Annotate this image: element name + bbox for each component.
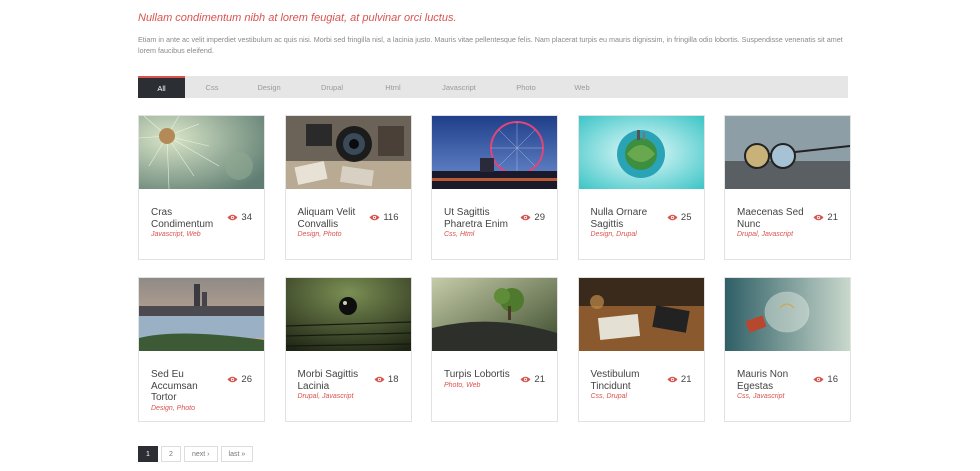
filter-bar: All Css Design Drupal Html Javascript Ph…	[138, 76, 848, 98]
eye-icon	[813, 214, 824, 221]
view-count-value: 21	[827, 212, 838, 223]
filter-web[interactable]: Web	[555, 76, 609, 98]
portfolio-item[interactable]: Nulla Ornare Sagittis Design, Drupal 25	[577, 115, 705, 260]
item-categories[interactable]: Css, Html	[444, 231, 534, 238]
item-categories[interactable]: Design, Photo	[151, 405, 241, 412]
eye-icon	[667, 376, 678, 383]
thumbnail-marble[interactable]	[285, 278, 411, 351]
page-2-button[interactable]: 2	[161, 446, 181, 462]
view-count-value: 16	[827, 374, 838, 385]
tagline: Nullam condimentum nibh at lorem feugiat…	[138, 12, 457, 24]
thumbnail-dandelion[interactable]	[139, 116, 264, 189]
item-title[interactable]: Sed Eu Accumsan Tortor	[151, 369, 225, 404]
eye-icon	[813, 376, 824, 383]
view-count: 21	[813, 212, 838, 223]
eye-icon	[227, 376, 238, 383]
next-page-button[interactable]: next ›	[184, 446, 218, 462]
portfolio-item[interactable]: Morbi Sagittis Lacinia Drupal, Javascrip…	[284, 277, 412, 422]
item-categories[interactable]: Css, Javascript	[737, 393, 827, 400]
item-categories[interactable]: Drupal, Javascript	[298, 393, 388, 400]
item-title[interactable]: Nulla Ornare Sagittis	[591, 207, 665, 230]
portfolio-item[interactable]: Vestibulum Tincidunt Css, Drupal 21	[577, 277, 705, 422]
view-count: 21	[667, 374, 692, 385]
view-count-value: 21	[680, 374, 692, 385]
view-count-value: 25	[680, 212, 692, 223]
portfolio-grid: Cras Condimentum Javascript, Web 34 Aliq…	[138, 115, 851, 422]
view-count-value: 29	[534, 212, 545, 223]
view-count-value: 21	[534, 374, 545, 385]
intro-text: Etiam in ante ac velit imperdiet vestibu…	[138, 35, 843, 55]
thumbnail-lightbulb[interactable]	[725, 278, 850, 351]
item-title[interactable]: Vestibulum Tincidunt	[591, 369, 665, 392]
view-count: 16	[813, 374, 838, 385]
view-count: 34	[227, 212, 252, 223]
portfolio-item[interactable]: Cras Condimentum Javascript, Web 34	[138, 115, 265, 260]
eye-icon	[369, 214, 380, 221]
portfolio-item[interactable]: Maecenas Sed Nunc Drupal, Javascript 21	[724, 115, 851, 260]
thumbnail-ferris-wheel[interactable]	[432, 116, 557, 189]
page-1-button[interactable]: 1	[138, 446, 158, 462]
item-categories[interactable]: Design, Drupal	[591, 231, 681, 238]
view-count-value: 116	[383, 212, 399, 223]
thumbnail-desk[interactable]	[578, 278, 704, 351]
portfolio-item[interactable]: Ut Sagittis Pharetra Enim Css, Html 29	[431, 115, 558, 260]
filter-all[interactable]: All	[138, 76, 185, 98]
view-count-value: 18	[387, 374, 399, 385]
filter-javascript[interactable]: Javascript	[421, 76, 497, 98]
thumbnail-globe[interactable]	[578, 116, 704, 189]
filter-css[interactable]: Css	[185, 76, 239, 98]
eye-icon	[520, 376, 531, 383]
thumbnail-city-river[interactable]	[139, 278, 264, 351]
item-title[interactable]: Morbi Sagittis Lacinia	[298, 369, 372, 392]
filter-photo[interactable]: Photo	[497, 76, 555, 98]
view-count-value: 26	[241, 374, 252, 385]
item-title[interactable]: Ut Sagittis Pharetra Enim	[444, 207, 518, 230]
item-categories[interactable]: Design, Photo	[298, 231, 388, 238]
portfolio-item[interactable]: Turpis Lobortis Photo, Web 21	[431, 277, 558, 422]
item-title[interactable]: Aliquam Velit Convallis	[298, 207, 372, 230]
eye-icon	[227, 214, 238, 221]
portfolio-item[interactable]: Sed Eu Accumsan Tortor Design, Photo 26	[138, 277, 265, 422]
portfolio-item[interactable]: Aliquam Velit Convallis Design, Photo 11…	[284, 115, 412, 260]
item-title[interactable]: Turpis Lobortis	[444, 369, 524, 381]
item-categories[interactable]: Javascript, Web	[151, 231, 241, 238]
view-count: 25	[667, 212, 692, 223]
item-title[interactable]: Maecenas Sed Nunc	[737, 207, 811, 230]
item-categories[interactable]: Drupal, Javascript	[737, 231, 827, 238]
eye-icon	[667, 214, 678, 221]
view-count: 21	[520, 374, 545, 385]
eye-icon	[374, 376, 385, 383]
view-count: 26	[227, 374, 252, 385]
view-count-value: 34	[241, 212, 252, 223]
view-count: 29	[520, 212, 545, 223]
last-page-button[interactable]: last »	[220, 446, 254, 462]
filter-drupal[interactable]: Drupal	[299, 76, 365, 98]
thumbnail-glasses[interactable]	[725, 116, 850, 189]
thumbnail-bonsai[interactable]	[432, 278, 557, 351]
item-categories[interactable]: Css, Drupal	[591, 393, 681, 400]
item-title[interactable]: Cras Condimentum	[151, 207, 225, 230]
view-count: 18	[374, 374, 399, 385]
filter-design[interactable]: Design	[239, 76, 299, 98]
item-title[interactable]: Mauris Non Egestas	[737, 369, 811, 392]
eye-icon	[520, 214, 531, 221]
thumbnail-camera[interactable]	[285, 116, 411, 189]
view-count: 116	[369, 212, 399, 223]
portfolio-item[interactable]: Mauris Non Egestas Css, Javascript 16	[724, 277, 851, 422]
pagination: 1 2 next › last »	[138, 446, 254, 462]
filter-html[interactable]: Html	[365, 76, 421, 98]
